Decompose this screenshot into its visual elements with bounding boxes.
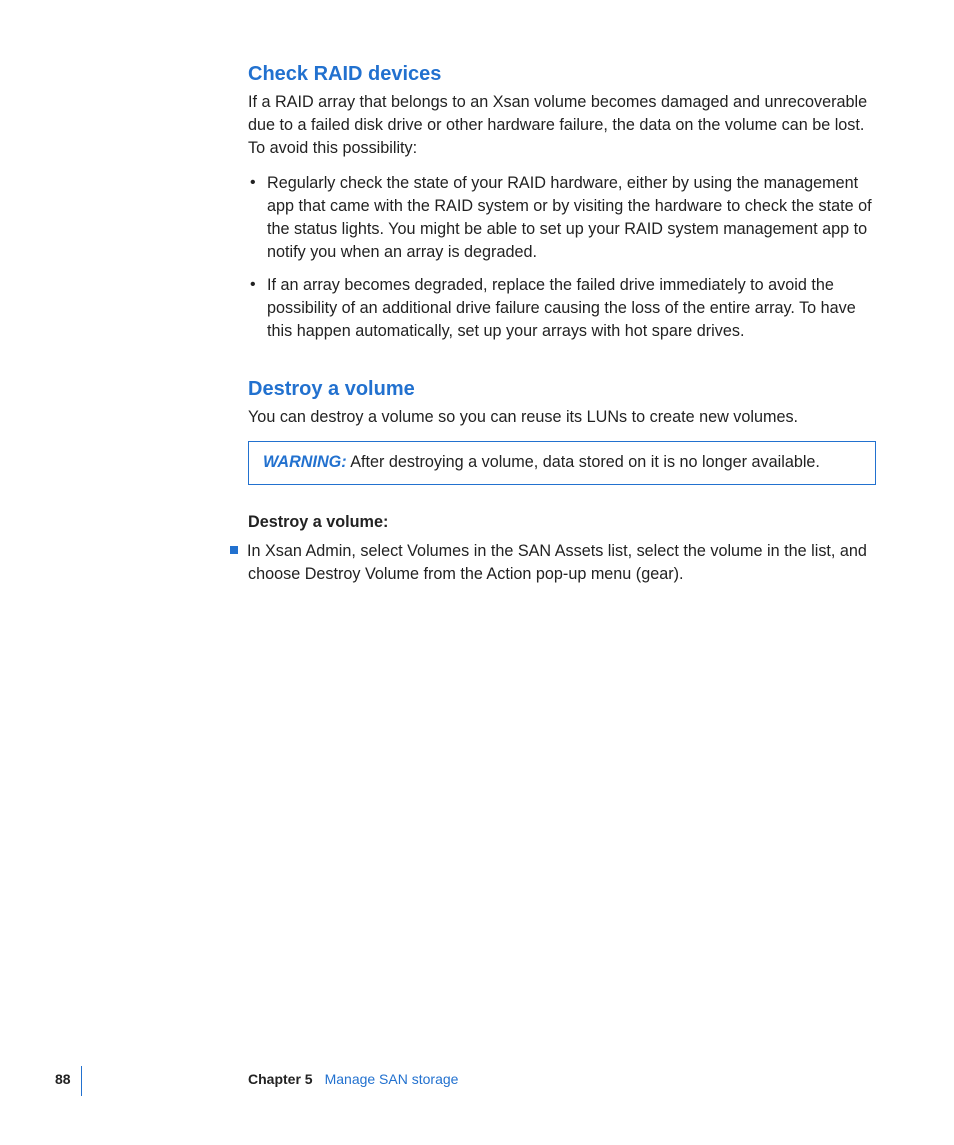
chapter-label: Chapter 5 (248, 1071, 313, 1087)
square-bullet-icon (230, 546, 238, 554)
page-footer: 88 Chapter 5 Manage SAN storage (55, 1066, 954, 1092)
footer-rule (81, 1066, 82, 1096)
paragraph-check-raid-intro: If a RAID array that belongs to an Xsan … (248, 91, 876, 160)
spacer (248, 359, 876, 377)
page-number: 88 (55, 1071, 71, 1087)
step-item: In Xsan Admin, select Volumes in the SAN… (230, 540, 876, 586)
list-item: If an array becomes degraded, replace th… (248, 274, 876, 343)
bullet-list-raid: Regularly check the state of your RAID h… (248, 172, 876, 343)
step-heading: Destroy a volume: (248, 513, 876, 532)
footer-chapter: Chapter 5 Manage SAN storage (248, 1071, 458, 1087)
list-item: Regularly check the state of your RAID h… (248, 172, 876, 264)
step-text-line1: In Xsan Admin, select Volumes in the SAN… (247, 542, 867, 560)
warning-label: WARNING: (263, 453, 347, 471)
step-list: In Xsan Admin, select Volumes in the SAN… (248, 540, 876, 586)
heading-destroy-volume: Destroy a volume (248, 377, 876, 402)
main-content: Check RAID devices If a RAID array that … (248, 62, 876, 594)
page: Check RAID devices If a RAID array that … (0, 0, 954, 1145)
chapter-title: Manage SAN storage (325, 1071, 459, 1087)
warning-text: After destroying a volume, data stored o… (347, 453, 820, 471)
warning-callout: WARNING: After destroying a volume, data… (248, 441, 876, 485)
step-text-line2: choose Destroy Volume from the Action po… (248, 563, 876, 586)
paragraph-destroy-intro: You can destroy a volume so you can reus… (248, 406, 876, 429)
heading-check-raid: Check RAID devices (248, 62, 876, 87)
